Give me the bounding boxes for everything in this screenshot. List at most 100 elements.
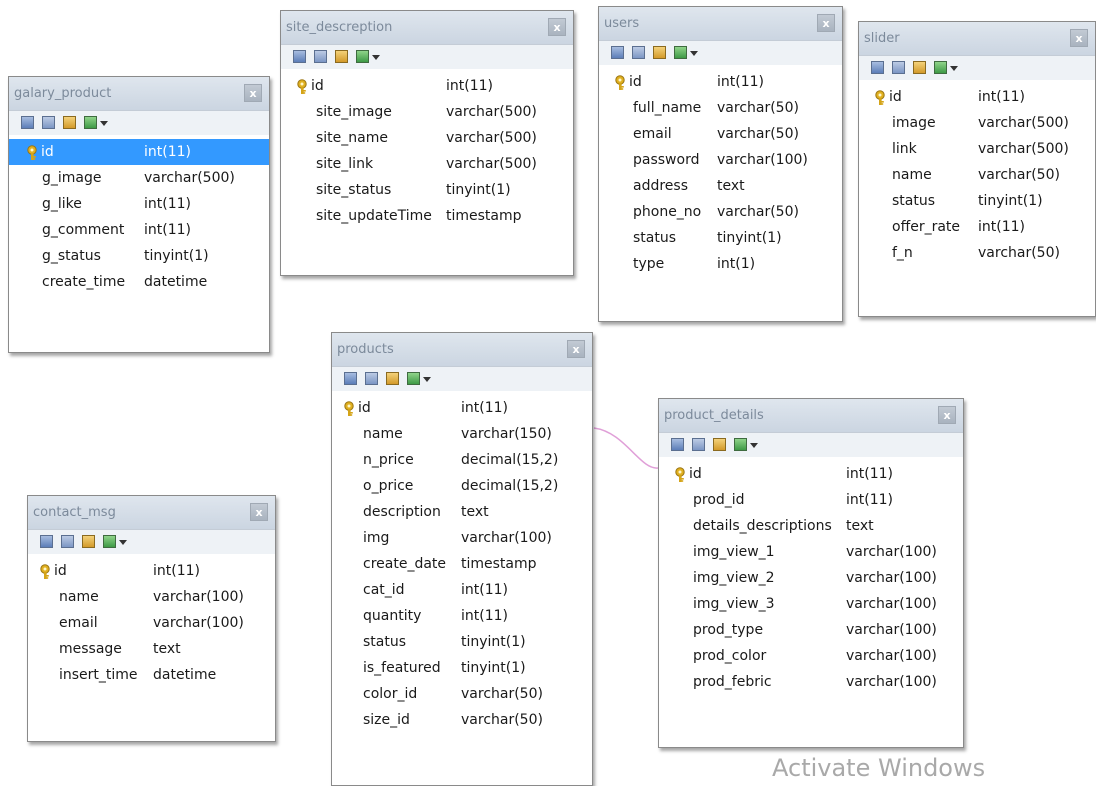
- table-contact-msg[interactable]: contact_msg x id int(11) name varchar(100) ema…: [27, 495, 276, 742]
- table-header[interactable]: product_details x: [659, 399, 963, 433]
- column-row-o-price[interactable]: o_price decimal(15,2): [332, 473, 592, 499]
- dropdown-caret-icon[interactable]: [950, 66, 958, 71]
- close-icon[interactable]: x: [548, 18, 566, 36]
- dropdown-caret-icon[interactable]: [423, 377, 431, 382]
- table-data-icon[interactable]: [611, 46, 624, 59]
- table-key-icon[interactable]: [713, 438, 726, 451]
- column-row-img-view-1[interactable]: img_view_1 varchar(100): [659, 539, 963, 565]
- column-row-status[interactable]: status tinyint(1): [859, 188, 1095, 214]
- table-export-icon[interactable]: [734, 438, 747, 451]
- column-row-color-id[interactable]: color_id varchar(50): [332, 681, 592, 707]
- dropdown-caret-icon[interactable]: [372, 55, 380, 60]
- column-row-site-name[interactable]: site_name varchar(500): [281, 125, 573, 151]
- column-row-link[interactable]: link varchar(500): [859, 136, 1095, 162]
- table-export-icon[interactable]: [84, 116, 97, 129]
- column-row-id[interactable]: id int(11): [599, 69, 842, 95]
- table-structure-icon[interactable]: [61, 535, 74, 548]
- close-icon[interactable]: x: [1070, 29, 1088, 47]
- column-row-details-descriptions[interactable]: details_descriptions text: [659, 513, 963, 539]
- column-row-id[interactable]: id int(11): [659, 461, 963, 487]
- column-row-message[interactable]: message text: [28, 636, 275, 662]
- close-icon[interactable]: x: [250, 503, 268, 521]
- column-row-prod-type[interactable]: prod_type varchar(100): [659, 617, 963, 643]
- table-structure-icon[interactable]: [892, 61, 905, 74]
- table-products[interactable]: products x id int(11) name varchar(150) n_pric…: [331, 332, 593, 786]
- table-export-icon[interactable]: [934, 61, 947, 74]
- table-site-descreption[interactable]: site_descreption x id int(11) site_image varc…: [280, 10, 574, 276]
- column-row-quantity[interactable]: quantity int(11): [332, 603, 592, 629]
- table-structure-icon[interactable]: [365, 372, 378, 385]
- table-users[interactable]: users x id int(11) full_name varchar(50) email…: [598, 6, 843, 322]
- dropdown-caret-icon[interactable]: [690, 51, 698, 56]
- column-row-id[interactable]: id int(11): [332, 395, 592, 421]
- column-row-name[interactable]: name varchar(100): [28, 584, 275, 610]
- column-row-email[interactable]: email varchar(50): [599, 121, 842, 147]
- table-key-icon[interactable]: [386, 372, 399, 385]
- column-row-prod-id[interactable]: prod_id int(11): [659, 487, 963, 513]
- table-header[interactable]: products x: [332, 333, 592, 367]
- table-galary-product[interactable]: galary_product x id int(11) g_image varchar(5…: [8, 76, 270, 353]
- table-data-icon[interactable]: [671, 438, 684, 451]
- table-product-details[interactable]: product_details x id int(11) prod_id int(11) d…: [658, 398, 964, 748]
- table-export-icon[interactable]: [103, 535, 116, 548]
- column-row-size-id[interactable]: size_id varchar(50): [332, 707, 592, 733]
- table-structure-icon[interactable]: [632, 46, 645, 59]
- column-row-id[interactable]: id int(11): [281, 73, 573, 99]
- column-row-phone-no[interactable]: phone_no varchar(50): [599, 199, 842, 225]
- column-row-img-view-2[interactable]: img_view_2 varchar(100): [659, 565, 963, 591]
- column-row-full-name[interactable]: full_name varchar(50): [599, 95, 842, 121]
- column-row-img[interactable]: img varchar(100): [332, 525, 592, 551]
- column-row-password[interactable]: password varchar(100): [599, 147, 842, 173]
- table-export-icon[interactable]: [356, 50, 369, 63]
- table-structure-icon[interactable]: [314, 50, 327, 63]
- column-row-site-updateTime[interactable]: site_updateTime timestamp: [281, 203, 573, 229]
- column-row-site-image[interactable]: site_image varchar(500): [281, 99, 573, 125]
- column-row-site-link[interactable]: site_link varchar(500): [281, 151, 573, 177]
- column-row-n-price[interactable]: n_price decimal(15,2): [332, 447, 592, 473]
- table-export-icon[interactable]: [674, 46, 687, 59]
- column-row-image[interactable]: image varchar(500): [859, 110, 1095, 136]
- column-row-prod-color[interactable]: prod_color varchar(100): [659, 643, 963, 669]
- column-row-offer-rate[interactable]: offer_rate int(11): [859, 214, 1095, 240]
- table-data-icon[interactable]: [21, 116, 34, 129]
- close-icon[interactable]: x: [244, 84, 262, 102]
- column-row-g-comment[interactable]: g_comment int(11): [9, 217, 269, 243]
- column-row-img-view-3[interactable]: img_view_3 varchar(100): [659, 591, 963, 617]
- column-row-prod-febric[interactable]: prod_febric varchar(100): [659, 669, 963, 695]
- table-data-icon[interactable]: [293, 50, 306, 63]
- column-row-g-like[interactable]: g_like int(11): [9, 191, 269, 217]
- close-icon[interactable]: x: [817, 14, 835, 32]
- table-header[interactable]: galary_product x: [9, 77, 269, 111]
- table-key-icon[interactable]: [82, 535, 95, 548]
- table-data-icon[interactable]: [40, 535, 53, 548]
- column-row-description[interactable]: description text: [332, 499, 592, 525]
- table-header[interactable]: contact_msg x: [28, 496, 275, 530]
- dropdown-caret-icon[interactable]: [119, 540, 127, 545]
- column-row-type[interactable]: type int(1): [599, 251, 842, 277]
- column-row-status[interactable]: status tinyint(1): [599, 225, 842, 251]
- table-header[interactable]: site_descreption x: [281, 11, 573, 45]
- close-icon[interactable]: x: [938, 406, 956, 424]
- column-row-g-status[interactable]: g_status tinyint(1): [9, 243, 269, 269]
- column-row-create-time[interactable]: create_time datetime: [9, 269, 269, 295]
- table-export-icon[interactable]: [407, 372, 420, 385]
- column-row-id[interactable]: id int(11): [859, 84, 1095, 110]
- table-header[interactable]: users x: [599, 7, 842, 41]
- dropdown-caret-icon[interactable]: [100, 121, 108, 126]
- column-row-cat-id[interactable]: cat_id int(11): [332, 577, 592, 603]
- column-row-f-n[interactable]: f_n varchar(50): [859, 240, 1095, 266]
- table-structure-icon[interactable]: [692, 438, 705, 451]
- column-row-name[interactable]: name varchar(50): [859, 162, 1095, 188]
- column-row-is-featured[interactable]: is_featured tinyint(1): [332, 655, 592, 681]
- close-icon[interactable]: x: [567, 340, 585, 358]
- column-row-email[interactable]: email varchar(100): [28, 610, 275, 636]
- dropdown-caret-icon[interactable]: [750, 443, 758, 448]
- column-row-name[interactable]: name varchar(150): [332, 421, 592, 447]
- column-row-site-status[interactable]: site_status tinyint(1): [281, 177, 573, 203]
- table-key-icon[interactable]: [653, 46, 666, 59]
- table-data-icon[interactable]: [344, 372, 357, 385]
- column-row-id[interactable]: id int(11): [9, 139, 269, 165]
- column-row-insert-time[interactable]: insert_time datetime: [28, 662, 275, 688]
- table-structure-icon[interactable]: [42, 116, 55, 129]
- table-key-icon[interactable]: [335, 50, 348, 63]
